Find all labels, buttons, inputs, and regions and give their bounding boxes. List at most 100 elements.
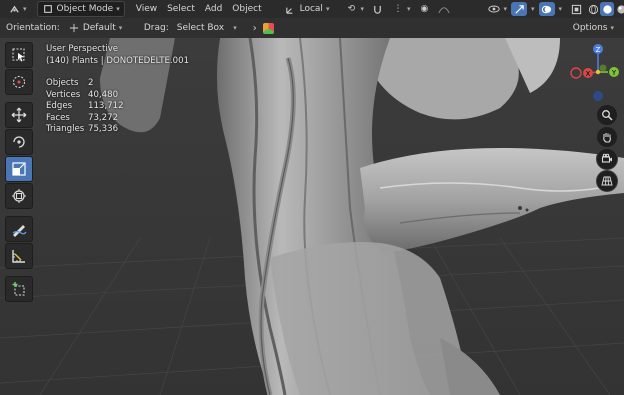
zoom-button[interactable] <box>596 104 618 126</box>
menu-object[interactable]: Object <box>227 2 266 16</box>
solid-sphere-icon <box>601 3 613 15</box>
navigation-gizmo[interactable]: Z X Y <box>564 38 624 108</box>
drag-value: Select Box <box>176 23 225 33</box>
options-dropdown[interactable]: Options ▾ <box>569 21 618 35</box>
3d-viewport-icon <box>8 3 20 15</box>
chevron-down-icon: ▾ <box>23 5 27 13</box>
gizmo-neg-x[interactable] <box>570 67 582 79</box>
menu-add-label: Add <box>204 4 223 14</box>
gizmo-dropdown[interactable]: ▾ <box>527 2 536 16</box>
chevron-down-icon: ▾ <box>116 5 120 13</box>
wireframe-sphere-icon <box>587 3 599 15</box>
grid-icon <box>601 176 613 186</box>
pan-button[interactable] <box>596 126 618 148</box>
chevron-down-icon: ▾ <box>531 5 535 13</box>
proportional-edit-toggle[interactable]: ◉ <box>414 2 434 16</box>
tool-move[interactable] <box>5 102 33 128</box>
tool-shelf <box>5 42 33 302</box>
tool-transform[interactable] <box>5 183 33 209</box>
gizmo-neg-z[interactable] <box>593 91 603 101</box>
menu-select[interactable]: Select <box>162 2 200 16</box>
options-label: Options <box>572 23 608 33</box>
mode-dropdown[interactable]: Object Mode ▾ <box>36 1 125 17</box>
tool-select-box[interactable] <box>5 42 33 68</box>
snap-toggle[interactable] <box>368 2 388 16</box>
gizmo-toggle[interactable] <box>511 2 527 16</box>
chevron-down-icon: ▾ <box>325 5 330 13</box>
select-box-icon <box>12 48 25 62</box>
overlays-dropdown[interactable]: ▾ <box>555 2 564 16</box>
chevron-down-icon: ▾ <box>360 5 364 13</box>
stat-label: Faces <box>46 112 70 123</box>
stat-label: Vertices <box>46 89 81 100</box>
camera-icon <box>601 153 612 163</box>
falloff-dropdown[interactable] <box>434 2 454 16</box>
gizmo-x-label: X <box>586 70 591 78</box>
viewport-info: User Perspective (140) Plants | DONOTEDE… <box>46 44 189 136</box>
snap-increment-icon: ⋮ <box>393 4 403 14</box>
tool-annotate[interactable] <box>5 216 33 242</box>
projection-toggle-button[interactable] <box>596 170 618 192</box>
stat-label: Objects <box>46 78 79 88</box>
xray-toggle[interactable] <box>566 2 586 16</box>
stat-row: Edges 113,712 <box>46 101 189 113</box>
menu-view-label: View <box>135 4 158 14</box>
chevron-down-icon: ▾ <box>503 5 507 13</box>
magnifier-icon <box>602 110 613 121</box>
tool-scale[interactable] <box>5 156 33 182</box>
gizmo-neg-y[interactable] <box>599 64 607 72</box>
menu-object-label: Object <box>232 4 262 14</box>
transform-orientation-dropdown[interactable]: Local ▾ <box>281 2 334 16</box>
pivot-dropdown[interactable]: ⟲ ▾ <box>341 2 368 16</box>
chevron-right-icon[interactable]: › <box>253 23 257 34</box>
viewport-header: ▾ Object Mode ▾ View Select Add Object L… <box>0 0 624 19</box>
tool-add-cube[interactable] <box>5 276 33 302</box>
stat-value: 40,480 <box>88 89 119 100</box>
chevron-down-icon: ▾ <box>233 24 237 32</box>
stat-row: Vertices 40,480 <box>46 90 189 102</box>
drag-dropdown[interactable]: Select Box ▾ <box>173 21 241 35</box>
proportional-edit-icon: ◉ <box>420 4 429 14</box>
editor-type-button[interactable]: ▾ <box>4 2 31 16</box>
transform-icon <box>12 189 26 203</box>
stat-row: Faces 73,272 <box>46 113 189 125</box>
stat-label: Edges <box>46 101 73 111</box>
measure-icon <box>12 250 25 263</box>
camera-view-button[interactable] <box>596 148 618 170</box>
material-sphere-icon <box>615 3 624 15</box>
menu-view[interactable]: View <box>131 2 162 16</box>
cursor-icon <box>13 76 25 88</box>
orientation-dropdown[interactable]: Default ▾ <box>64 21 136 35</box>
tool-rotate[interactable] <box>5 129 33 155</box>
snap-target-dropdown[interactable]: ⋮ ▾ <box>388 2 415 16</box>
shading-material-button[interactable] <box>614 2 624 16</box>
overlays-toggle[interactable] <box>538 2 555 16</box>
eye-icon <box>488 3 501 15</box>
chevron-down-icon: ▾ <box>406 5 411 13</box>
orientation-value: Default <box>82 23 116 33</box>
view-perspective-label: User Perspective <box>46 44 119 54</box>
pivot-icon: ⟲ <box>347 4 356 14</box>
add-cube-icon <box>12 282 25 296</box>
menu-add[interactable]: Add <box>200 2 227 16</box>
shading-solid-button[interactable] <box>600 2 615 16</box>
tool-settings-bar: Orientation: Default ▾ Drag: Select Box … <box>0 18 624 39</box>
rotate-icon <box>13 136 25 148</box>
chevron-down-icon: ▾ <box>610 24 614 32</box>
stat-value: 2 <box>88 78 94 88</box>
stat-value: 75,336 <box>88 124 119 134</box>
tool-measure[interactable] <box>5 243 33 269</box>
overlays-icon <box>541 3 553 15</box>
orientation-label: Orientation: <box>6 23 60 33</box>
falloff-icon <box>438 3 451 15</box>
tool-cursor[interactable] <box>5 69 33 95</box>
scene-statistics: Objects 2 Vertices 40,480 Edges 113,712 Fac… <box>46 78 189 136</box>
visibility-dropdown[interactable]: ▾ <box>484 2 511 16</box>
scene-icon[interactable] <box>262 22 274 34</box>
stat-value: 73,272 <box>88 112 119 123</box>
orientation-icon <box>285 3 297 15</box>
object-mode-icon <box>42 3 54 15</box>
gizmo-z-label: Z <box>596 46 601 54</box>
chevron-down-icon: ▾ <box>558 5 563 13</box>
shading-wireframe-button[interactable] <box>586 2 600 16</box>
